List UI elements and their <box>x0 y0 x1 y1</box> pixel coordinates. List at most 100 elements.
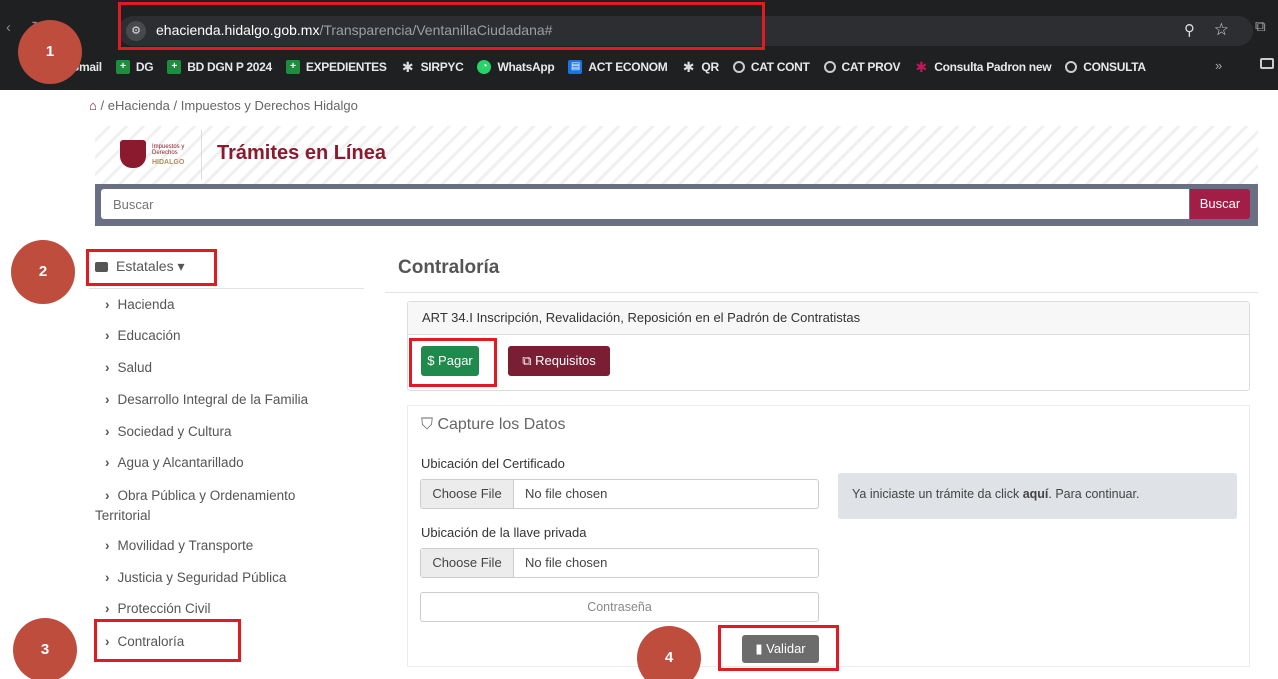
breadcrumb-impuestos: Impuestos y Derechos Hidalgo <box>180 98 358 113</box>
requisitos-label: Requisitos <box>535 353 596 368</box>
chevron-right-icon: › <box>105 392 110 407</box>
cert-label: Ubicación del Certificado <box>421 456 565 471</box>
breadcrumb-sep: / <box>100 98 105 113</box>
sidebar-divider <box>89 288 364 289</box>
bookmark-item[interactable]: CAT CONT <box>732 60 810 74</box>
hidalgo-logo: Impuestos y Derechos HIDALGO <box>120 137 206 171</box>
info-link[interactable]: aquí <box>1023 487 1049 501</box>
section-title: Contraloría <box>398 257 500 278</box>
logo-hidalgo-text: HIDALGO <box>152 159 185 166</box>
site-header: Impuestos y Derechos HIDALGO Trámites en… <box>95 126 1258 184</box>
bookmarks-bar: Gmail + DG + BD DGN P 2024 + EXPEDIENTES ✱ SIRPY… <box>0 56 1278 78</box>
bookmark-item[interactable]: ✱ Consulta Padron new <box>914 60 1052 74</box>
chevron-right-icon: › <box>105 570 110 585</box>
sidebar-item[interactable]: › Sociedad y Cultura <box>95 422 232 442</box>
sidebar-item-label: Protección Civil <box>117 601 211 616</box>
info-text-post: . Para continuar. <box>1048 487 1140 501</box>
bookmark-item[interactable]: CAT PROV <box>823 60 901 74</box>
highlight-box-validar <box>718 625 839 671</box>
breadcrumb-ehacienda[interactable]: eHacienda <box>108 98 170 113</box>
home-icon[interactable]: ⌂ <box>89 98 97 113</box>
sidebar-item[interactable]: › Salud <box>95 358 152 378</box>
bookmark-label: BD DGN P 2024 <box>187 60 272 74</box>
folder-icon[interactable] <box>1260 58 1274 69</box>
bookmark-item[interactable]: ✱ SIRPYC <box>401 60 464 74</box>
globe-icon <box>823 61 836 73</box>
breadcrumb-sep: / <box>173 98 178 113</box>
cert-choose-file-button[interactable]: Choose File <box>421 480 514 508</box>
tramite-title: ART 34.I Inscripción, Revalidación, Repo… <box>408 302 1249 335</box>
chevron-right-icon: › <box>105 360 110 375</box>
bookmark-label: EXPEDIENTES <box>305 60 387 74</box>
bookmark-label: QR <box>701 60 719 74</box>
sidebar-item[interactable]: › Desarrollo Integral de la Familia <box>95 390 308 410</box>
chevron-right-icon: › <box>105 297 110 312</box>
logo-small-text: Impuestos y Derechos <box>152 144 185 156</box>
sidebar-item-label: Hacienda <box>117 297 175 312</box>
sidebar-item[interactable]: › Hacienda <box>95 295 175 315</box>
external-link-icon: ⧉ <box>522 353 536 368</box>
bookmark-item[interactable]: + EXPEDIENTES <box>285 60 387 74</box>
highlight-box-contraloria <box>94 619 241 662</box>
sidebar-item-label-line2: Territorial <box>95 508 151 523</box>
info-alert: Ya iniciaste un trámite da click aquí. P… <box>838 473 1237 519</box>
sheets-icon: + <box>285 60 300 74</box>
bookmark-label: CAT CONT <box>750 60 810 74</box>
section-divider <box>385 292 1258 293</box>
info-text-pre: Ya iniciaste un trámite da click <box>852 487 1023 501</box>
requisitos-button[interactable]: ⧉ Requisitos <box>508 346 610 376</box>
bookmark-label: DG <box>135 60 154 74</box>
zoom-icon[interactable]: ⚲ <box>1184 21 1195 39</box>
sidebar-item-label: Salud <box>117 360 153 375</box>
capture-title: ⛉ Capture los Datos <box>421 416 566 434</box>
bookmark-star-icon[interactable]: ☆ <box>1214 20 1229 40</box>
globe-icon <box>732 61 745 73</box>
bookmark-item[interactable]: ▤ ACT ECONOM <box>568 60 668 74</box>
sidebar-item[interactable]: › Movilidad y Transporte <box>95 536 253 556</box>
sidebar-item[interactable]: › Agua y Alcantarillado <box>95 453 244 473</box>
bookmark-item[interactable]: ✱ QR <box>681 60 719 74</box>
bookmark-label: CAT PROV <box>841 60 901 74</box>
sidebar-item-label: Desarrollo Integral de la Familia <box>117 392 309 407</box>
capture-title-text: Capture los Datos <box>437 416 566 433</box>
screenshot-root: { "browser": { "url_domain": "ehacienda.… <box>0 0 1278 679</box>
search-bar: Buscar <box>95 184 1258 226</box>
highlight-box-url <box>118 2 765 50</box>
chevron-right-icon: › <box>105 488 110 503</box>
bookmarks-more[interactable]: » <box>1215 58 1222 73</box>
shield-check-icon: ⛉ <box>421 416 438 433</box>
sidebar-item[interactable]: › Protección Civil <box>95 599 211 619</box>
header-divider <box>201 130 202 180</box>
bookmark-item[interactable]: CONSULTA <box>1065 60 1146 74</box>
breadcrumb: ⌂ / eHacienda / Impuestos y Derechos Hid… <box>89 98 358 113</box>
cert-file-input[interactable]: Choose File No file chosen <box>420 479 819 509</box>
bookmark-item[interactable]: ◔ WhatsApp <box>477 60 555 74</box>
chevron-right-icon: › <box>105 328 110 343</box>
key-file-input[interactable]: Choose File No file chosen <box>420 548 819 578</box>
sidebar-item[interactable]: › Justicia y Seguridad Pública <box>95 568 286 588</box>
search-input[interactable] <box>101 189 1189 219</box>
step-marker-3: 3 <box>13 618 77 679</box>
key-label: Ubicación de la llave privada <box>421 525 587 540</box>
step-marker-1: 1 <box>18 20 82 84</box>
key-choose-file-button[interactable]: Choose File <box>421 549 514 577</box>
whatsapp-icon: ◔ <box>477 60 492 74</box>
extensions-icon[interactable]: ⧉ <box>1255 18 1266 35</box>
bookmark-item[interactable]: + BD DGN P 2024 <box>167 60 272 74</box>
bookmark-label: SIRPYC <box>420 60 464 74</box>
sidebar-item-label: Justicia y Seguridad Pública <box>117 570 287 585</box>
sidebar-item-label: Sociedad y Cultura <box>117 424 232 439</box>
search-button[interactable]: Buscar <box>1190 189 1250 219</box>
chevron-right-icon: › <box>105 424 110 439</box>
sidebar-item[interactable]: › Educación <box>95 326 181 346</box>
bookmark-label: Consulta Padron new <box>934 60 1052 74</box>
highlight-box-pagar <box>409 338 497 387</box>
bookmark-item[interactable]: + DG <box>115 60 154 74</box>
chevron-right-icon: › <box>105 538 110 553</box>
sidebar-item-label: Educación <box>117 328 181 343</box>
chevron-right-icon: › <box>105 601 110 616</box>
puzzle-icon: ✱ <box>401 59 414 75</box>
sidebar-item[interactable]: › Obra Pública y Ordenamiento Territorial <box>95 486 295 526</box>
password-input[interactable]: Contraseña <box>420 592 819 622</box>
page-title: Trámites en Línea <box>217 142 386 164</box>
